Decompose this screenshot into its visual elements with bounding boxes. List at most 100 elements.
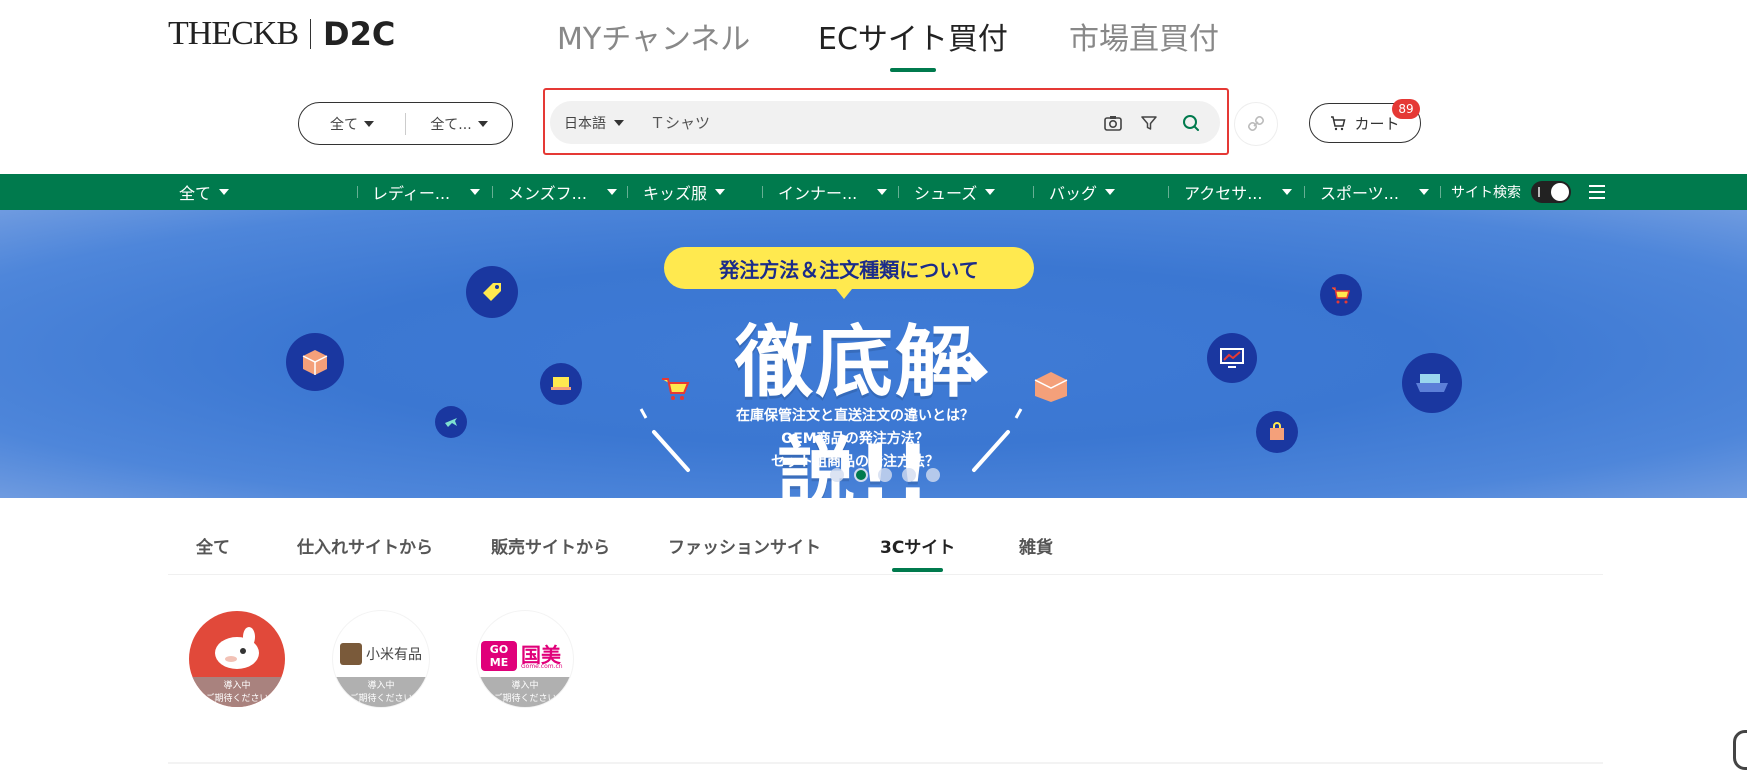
subtab-label: 販売サイトから: [491, 538, 610, 558]
shopping-bag-icon: [1256, 411, 1298, 453]
filter-select-1-label: 全て: [330, 116, 358, 133]
site-type-tabs: 全て 仕入れサイトから 販売サイトから ファッションサイト 3Cサイト 雑貨: [168, 530, 1603, 575]
category-separator: [1033, 186, 1034, 198]
subtab-all[interactable]: 全て: [196, 533, 230, 558]
site-search-label: サイト検索: [1451, 185, 1521, 201]
site-search-toggle-group: サイト検索: [1451, 174, 1571, 210]
section-divider: [168, 762, 1603, 764]
caret-down-icon: [877, 189, 888, 195]
category-label: インナー...: [778, 184, 858, 203]
cart-label: カート: [1354, 114, 1400, 133]
caret-down-icon: [1418, 189, 1429, 195]
shopping-cart-icon: [1320, 274, 1362, 316]
monitor-chart-icon: [1207, 333, 1257, 383]
site-logo-xiaomi-youpin[interactable]: 小米有品 導入中 ご期待ください: [333, 611, 429, 707]
category-mens[interactable]: メンズフ...: [508, 174, 617, 210]
tab-market-label: 市場直買付: [1069, 22, 1219, 57]
link-icon-button[interactable]: [1235, 103, 1277, 145]
tab-my-channel[interactable]: MYチャンネル: [557, 14, 750, 58]
category-shoes[interactable]: シューズ: [914, 174, 996, 210]
site-logo-jd[interactable]: 導入中 ご期待ください: [189, 611, 285, 707]
cart-count-badge: 89: [1392, 99, 1420, 119]
hero-banner[interactable]: 発注方法＆注文種類について 徹底解説!! 在庫保管注文と直送注文の違いとは？ O…: [0, 210, 1747, 498]
camera-icon[interactable]: [1102, 112, 1124, 134]
subtab-label: ファッションサイト: [668, 538, 821, 558]
site-status: 導入中 ご期待ください: [477, 677, 573, 707]
category-label: レディー...: [372, 184, 451, 203]
category-kids[interactable]: キッズ服: [643, 174, 726, 210]
subtab-3c[interactable]: 3Cサイト: [880, 533, 956, 572]
filter-select-1[interactable]: 全て: [299, 103, 405, 144]
youpin-mark-icon: [340, 643, 362, 665]
cart-icon: [1331, 116, 1346, 131]
gome-mark-icon: GO ME: [481, 641, 517, 671]
filter-icon[interactable]: [1138, 112, 1160, 134]
caret-down-icon: [715, 189, 726, 195]
category-label: メンズフ...: [508, 184, 587, 203]
category-ladies[interactable]: レディー...: [372, 174, 481, 210]
language-select[interactable]: 日本語: [550, 113, 642, 133]
plane-icon: [435, 406, 467, 438]
carousel-dot[interactable]: [926, 468, 940, 482]
category-separator: [1440, 186, 1441, 198]
caret-down-icon: [470, 189, 481, 195]
banner-pill: 発注方法＆注文種類について: [664, 247, 1034, 299]
category-separator: [627, 186, 628, 198]
logo-d2c: D2C: [323, 15, 396, 53]
category-label: シューズ: [914, 184, 978, 203]
menu-icon[interactable]: [1589, 185, 1605, 199]
category-inner[interactable]: インナー...: [778, 174, 888, 210]
category-separator: [492, 186, 493, 198]
tab-my-channel-label: MYチャンネル: [557, 22, 751, 57]
category-sports[interactable]: スポーツ...: [1320, 174, 1429, 210]
caret-down-icon: [219, 189, 230, 195]
category-accessories[interactable]: アクセサ...: [1184, 174, 1293, 210]
search-input[interactable]: [642, 113, 1102, 132]
category-separator: [1168, 186, 1169, 198]
subtab-fashion[interactable]: ファッションサイト: [668, 533, 821, 558]
gome-sub: Gome.com.cn: [521, 663, 563, 670]
carousel-dot[interactable]: [902, 468, 916, 482]
toggle-knob: [1551, 183, 1569, 201]
category-separator: [898, 186, 899, 198]
active-tab-underline: [889, 68, 936, 72]
site-search-toggle[interactable]: [1531, 181, 1571, 203]
caret-down-icon: [1105, 189, 1116, 195]
laptop-icon: [540, 363, 582, 405]
subtab-goods[interactable]: 雑貨: [1019, 533, 1053, 558]
link-icon: [1247, 115, 1265, 132]
filter-select-2[interactable]: 全て...: [406, 103, 512, 144]
xiaomi-youpin-logo: 小米有品: [339, 643, 423, 665]
box-sticker-icon: [1034, 372, 1068, 402]
category-label: スポーツ...: [1320, 184, 1399, 203]
tab-market[interactable]: 市場直買付: [1069, 14, 1219, 58]
active-subtab-underline: [892, 568, 944, 572]
category-separator: [357, 186, 358, 198]
tag-icon: [466, 266, 518, 318]
floating-widget-icon[interactable]: [1733, 730, 1747, 770]
category-label: バッグ: [1049, 184, 1098, 203]
search-bar: 日本語: [550, 101, 1220, 144]
caret-down-icon: [985, 189, 996, 195]
tab-ec-site[interactable]: ECサイト買付: [818, 14, 1008, 72]
carousel-dot-active[interactable]: [854, 468, 868, 482]
carousel-dots: [830, 468, 940, 482]
site-logo-gome[interactable]: GO ME 国美 Gome.com.cn 導入中 ご期待ください: [477, 611, 573, 707]
filter-select-2-label: 全て...: [430, 116, 472, 133]
site-status: 導入中 ご期待ください: [333, 677, 429, 707]
subtab-wholesale[interactable]: 仕入れサイトから: [297, 533, 433, 558]
decorative-dash-right: [972, 408, 1023, 472]
subtab-retail[interactable]: 販売サイトから: [491, 533, 610, 558]
carousel-dot[interactable]: [878, 468, 892, 482]
search-icon[interactable]: [1180, 112, 1202, 134]
site-status: 導入中 ご期待ください: [189, 677, 285, 707]
carousel-dot[interactable]: [830, 468, 844, 482]
category-all[interactable]: 全て: [179, 174, 230, 210]
ship-icon: [1402, 353, 1462, 413]
logo[interactable]: THECKB D2C: [168, 15, 396, 53]
xiaomi-youpin-name: 小米有品: [366, 647, 422, 663]
subtab-label: 3Cサイト: [880, 538, 956, 558]
price-tag-sticker-icon: [956, 352, 988, 382]
category-bags[interactable]: バッグ: [1049, 174, 1116, 210]
category-label: キッズ服: [643, 184, 708, 203]
